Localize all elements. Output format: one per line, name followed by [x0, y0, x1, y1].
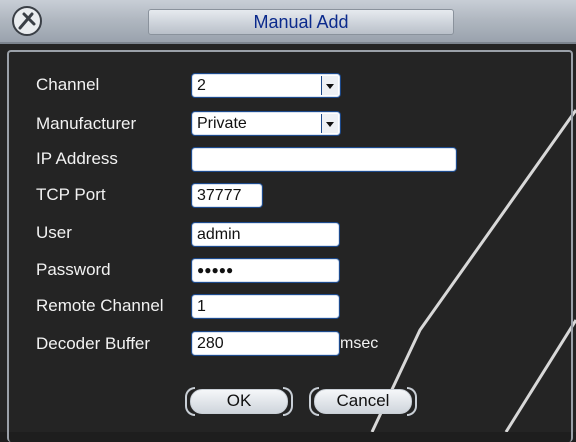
channel-select[interactable]: 2 [191, 73, 341, 98]
decoder-buffer-label: Decoder Buffer [36, 334, 151, 353]
chevron-down-icon[interactable] [321, 114, 338, 133]
manufacturer-label: Manufacturer [36, 114, 137, 133]
manual-add-dialog: Manual Add Channel 2 Manufacturer Privat… [0, 0, 576, 442]
user-field[interactable]: admin [191, 222, 340, 247]
dialog-title: Manual Add [148, 9, 454, 35]
ok-button[interactable]: OK [185, 387, 293, 416]
title-bar: Manual Add [0, 0, 576, 44]
remote-channel-field[interactable]: 1 [191, 294, 340, 319]
manufacturer-value: Private [197, 115, 247, 132]
manufacturer-select[interactable]: Private [191, 111, 341, 136]
decoder-buffer-field[interactable]: 280 [191, 331, 340, 356]
user-label: User [36, 223, 72, 242]
decoder-buffer-unit: msec [340, 335, 379, 352]
remote-channel-label: Remote Channel [36, 296, 164, 315]
channel-value: 2 [197, 77, 206, 94]
chevron-down-icon[interactable] [321, 76, 338, 95]
password-field[interactable]: ●●●●● [191, 258, 340, 283]
ip-address-field[interactable] [191, 147, 457, 172]
cancel-button[interactable]: Cancel [309, 387, 417, 416]
tools-icon [10, 4, 44, 38]
channel-label: Channel [36, 75, 100, 94]
ip-address-label: IP Address [36, 149, 118, 168]
password-label: Password [36, 260, 111, 279]
tcp-port-field[interactable]: 37777 [191, 183, 263, 208]
tcp-port-label: TCP Port [36, 185, 106, 204]
